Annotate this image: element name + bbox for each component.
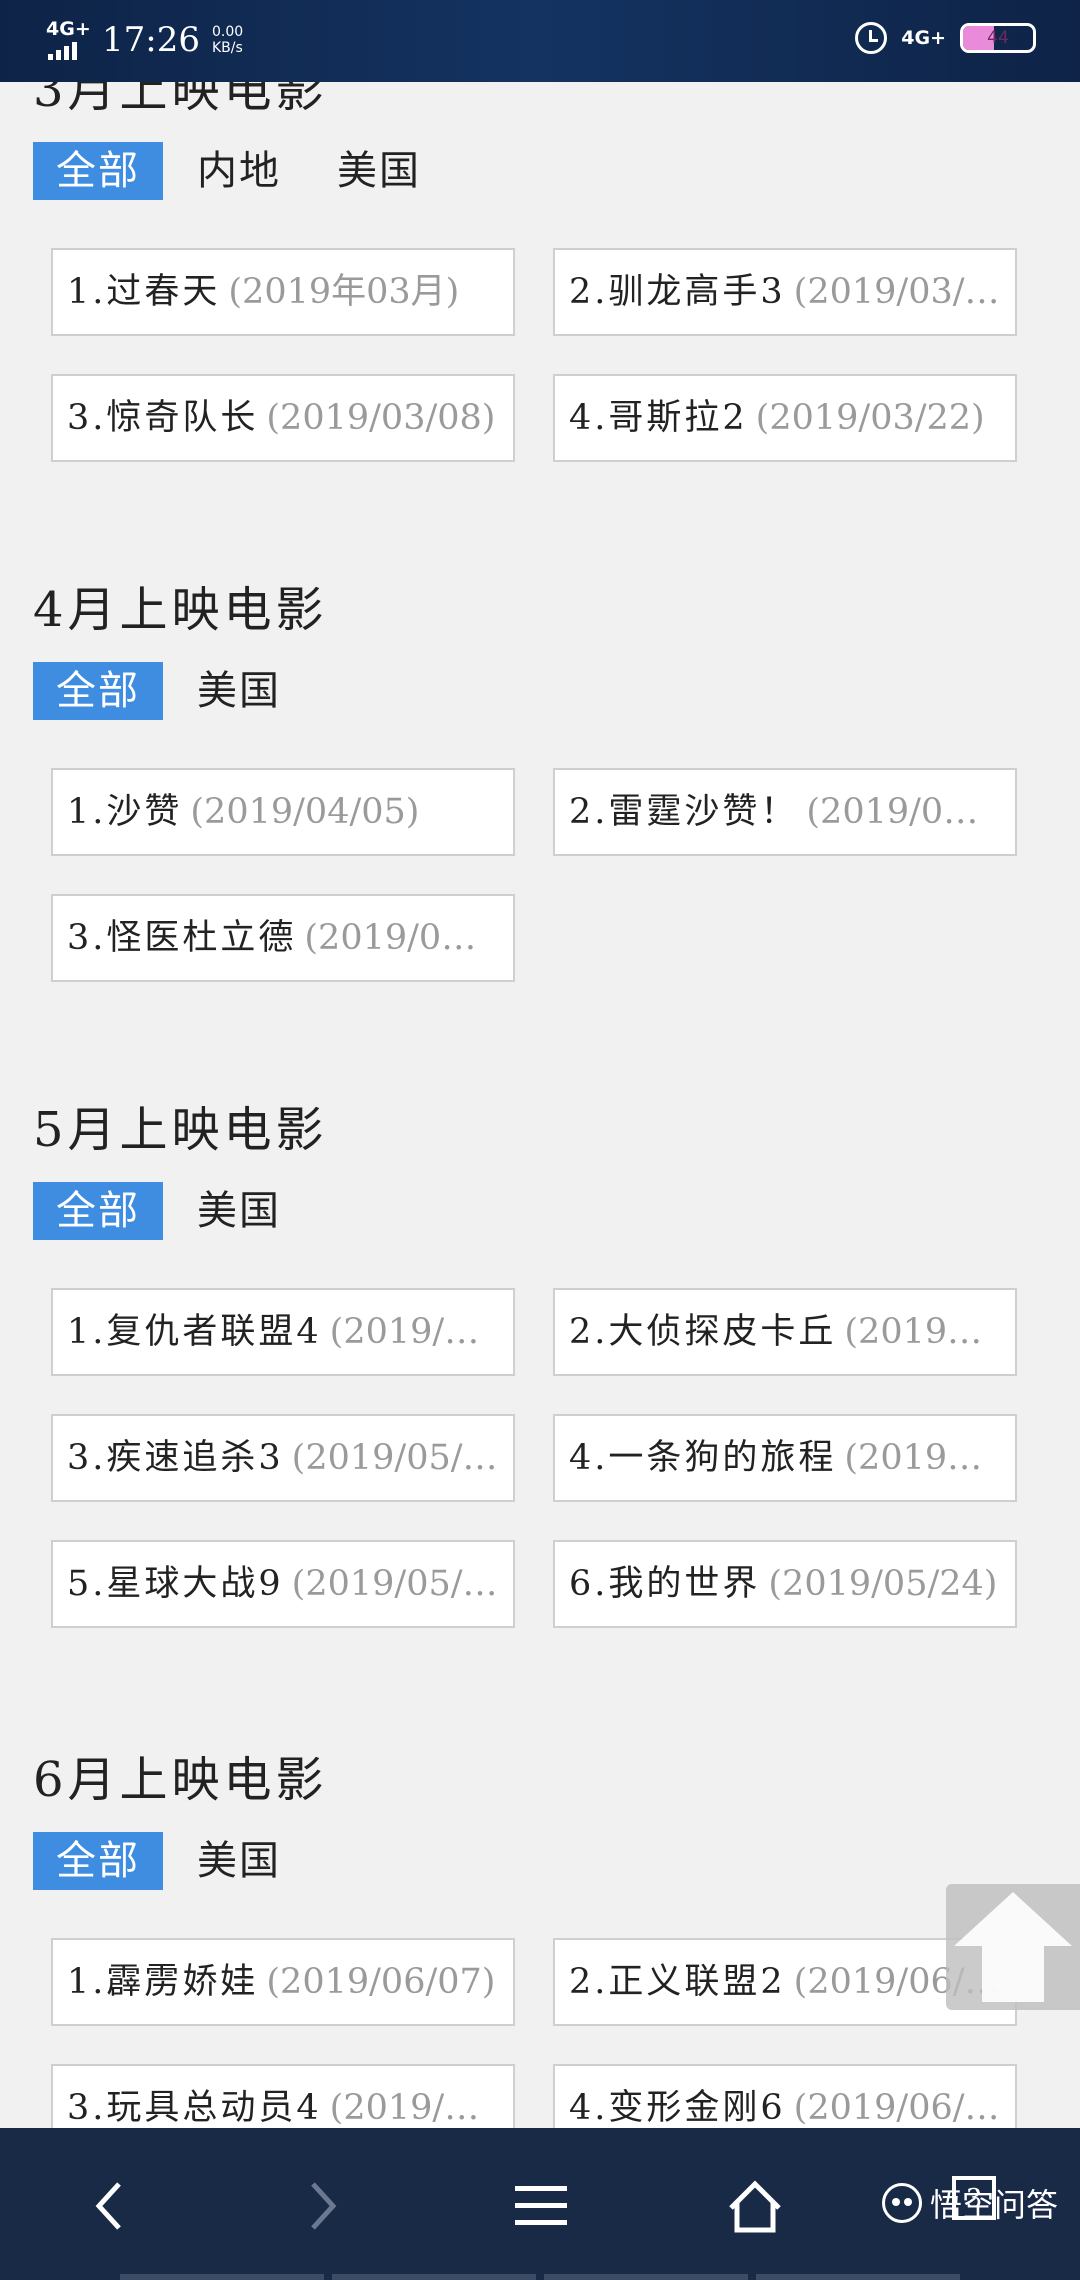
movie-card[interactable]: 5.星球大战9 (2019/05/… — [51, 1540, 515, 1628]
filter-all[interactable]: 全部 — [33, 142, 163, 200]
month-section: 3月上映电影 全部 内地 美国 1.过春天 (2019年03月) 2.驯龙高手3(… — [0, 82, 1080, 550]
filter-bar: 全部 内地 美国 — [33, 142, 455, 200]
movie-card[interactable]: 6.我的世界 (2019/05/24) — [553, 1540, 1017, 1628]
movie-card[interactable]: 2.驯龙高手3 (2019/03/… — [553, 248, 1017, 336]
filter-usa[interactable]: 美国 — [175, 1832, 303, 1890]
gesture-bar — [120, 2274, 960, 2280]
section-title: 6月上映电影 — [33, 1752, 328, 1808]
filter-bar: 全部 美国 — [33, 662, 315, 720]
back-button[interactable] — [54, 2156, 164, 2256]
signal-icon: 4G+ — [44, 18, 91, 62]
status-bar: 4G+ 17:26 0.00 KB/s 4G+ 44 — [0, 0, 1080, 82]
filter-usa[interactable]: 美国 — [315, 142, 443, 200]
month-section: 6月上映电影 全部 美国 1.霹雳娇娃 (2019/06/07) 2.正义联盟2(… — [0, 1720, 1080, 2128]
movie-card[interactable]: 2.大侦探皮卡丘 (2019… — [553, 1288, 1017, 1376]
movie-card[interactable]: 3.玩具总动员4 (2019/… — [51, 2064, 515, 2128]
filter-all[interactable]: 全部 — [33, 1832, 163, 1890]
movie-card[interactable]: 1.过春天 (2019年03月) — [51, 248, 515, 336]
movie-card[interactable]: 3.惊奇队长 (2019/03/08) — [51, 374, 515, 462]
chevron-right-icon — [311, 2182, 337, 2230]
watermark: 悟空问答 — [881, 2180, 1058, 2226]
menu-button[interactable] — [486, 2156, 596, 2256]
battery-level: 44 — [987, 28, 1009, 48]
filter-bar: 全部 美国 — [33, 1832, 315, 1890]
alarm-icon — [855, 22, 888, 54]
network-speed: 0.00 KB/s — [211, 24, 244, 56]
movie-card[interactable]: 4.一条狗的旅程 (2019… — [553, 1414, 1017, 1502]
battery-icon: 44 — [960, 23, 1036, 53]
network-type-label-right: 4G+ — [901, 27, 946, 49]
clock: 17:26 — [102, 20, 200, 60]
filter-bar: 全部 美国 — [33, 1182, 315, 1240]
filter-mainland[interactable]: 内地 — [175, 142, 303, 200]
back-to-top-button[interactable] — [946, 1884, 1080, 2010]
network-type-label: 4G+ — [46, 18, 91, 40]
wukong-logo-icon — [881, 2183, 922, 2223]
arrow-up-icon — [954, 1892, 1072, 2002]
filter-usa[interactable]: 美国 — [175, 1182, 303, 1240]
filter-usa[interactable]: 美国 — [175, 662, 303, 720]
content-area[interactable]: 3月上映电影 全部 内地 美国 1.过春天 (2019年03月) 2.驯龙高手3(… — [0, 82, 1080, 2128]
section-title: 4月上映电影 — [33, 582, 328, 638]
movie-card[interactable]: 4.哥斯拉2 (2019/03/22) — [553, 374, 1017, 462]
movie-card[interactable]: 4.变形金刚6 (2019/06/… — [553, 2064, 1017, 2128]
browser-nav-bar: 3 悟空问答 — [0, 2128, 1080, 2280]
filter-all[interactable]: 全部 — [33, 662, 163, 720]
chevron-left-icon — [95, 2182, 121, 2230]
month-section: 4月上映电影 全部 美国 1.沙赞 (2019/04/05) 2.雷霆沙赞！ (20… — [0, 550, 1080, 1070]
movie-card[interactable]: 3.怪医杜立德 (2019/0… — [51, 894, 515, 982]
home-button[interactable] — [700, 2156, 810, 2256]
month-section: 5月上映电影 全部 美国 1.复仇者联盟4 (2019/… 2.大侦探皮卡丘 (20… — [0, 1070, 1080, 1720]
hamburger-icon — [515, 2186, 567, 2225]
section-title: 3月上映电影 — [33, 82, 328, 118]
movie-card[interactable]: 1.沙赞 (2019/04/05) — [51, 768, 515, 856]
filter-all[interactable]: 全部 — [33, 1182, 163, 1240]
movie-card[interactable]: 3.疾速追杀3 (2019/05/… — [51, 1414, 515, 1502]
forward-button[interactable] — [268, 2156, 378, 2256]
section-title: 5月上映电影 — [33, 1102, 328, 1158]
movie-card[interactable]: 1.霹雳娇娃 (2019/06/07) — [51, 1938, 515, 2026]
movie-card[interactable]: 2.雷霆沙赞！ (2019/0… — [553, 768, 1017, 856]
home-icon — [729, 2180, 781, 2233]
movie-card[interactable]: 1.复仇者联盟4 (2019/… — [51, 1288, 515, 1376]
